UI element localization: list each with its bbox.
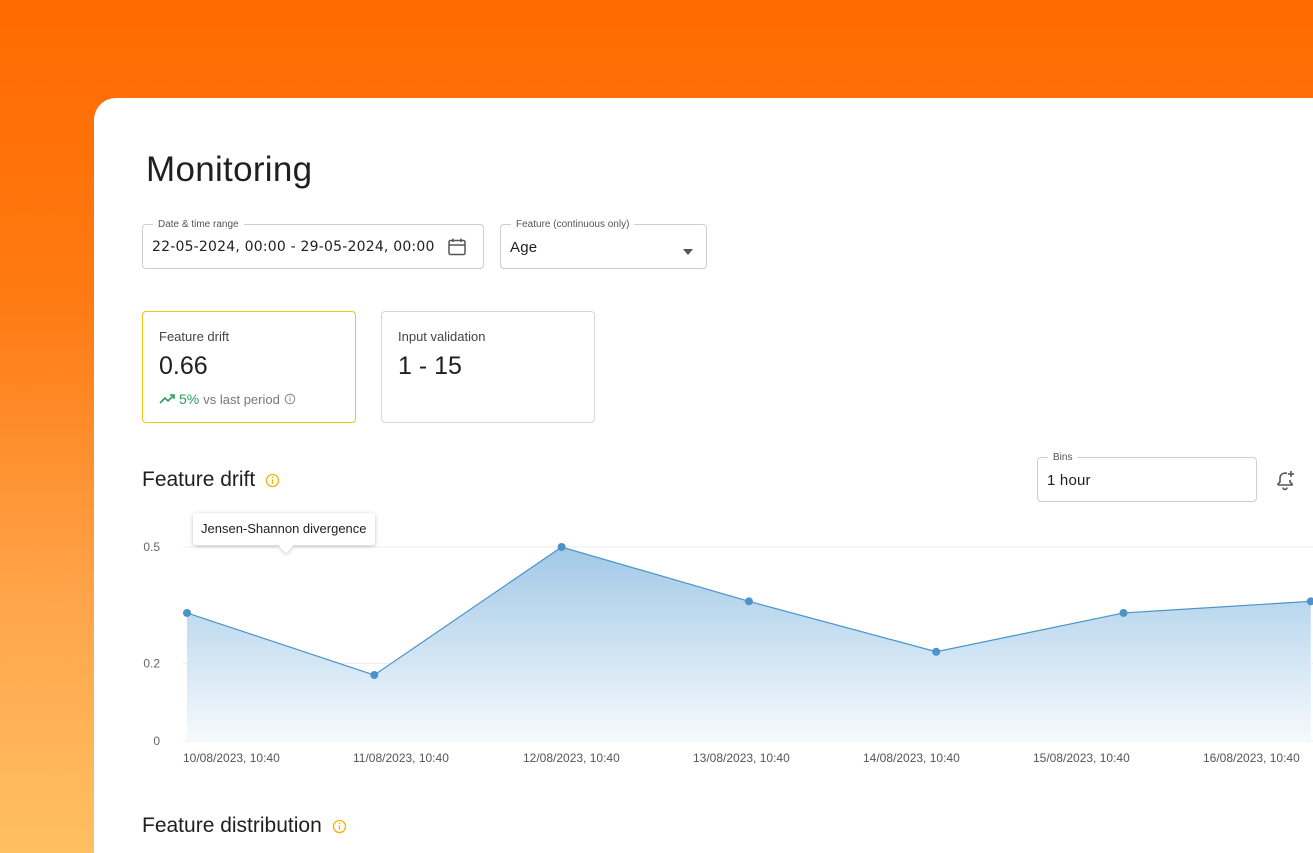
- x-tick-label: 15/08/2023, 10:40: [1033, 751, 1130, 765]
- main-panel: Monitoring Date & time range 22-05-2024,…: [94, 98, 1313, 853]
- chart-tooltip: Jensen-Shannon divergence: [193, 513, 375, 545]
- x-tick-label: 14/08/2023, 10:40: [863, 751, 960, 765]
- feature-distribution-title-text: Feature distribution: [142, 814, 322, 837]
- data-point[interactable]: [1119, 608, 1128, 617]
- data-point[interactable]: [370, 671, 379, 680]
- x-tick-label: 10/08/2023, 10:40: [183, 751, 280, 765]
- drift-area: [187, 547, 1311, 741]
- y-tick-label: 0.2: [143, 656, 160, 670]
- data-point[interactable]: [744, 597, 753, 606]
- y-tick-label: 0.5: [143, 540, 160, 554]
- feature-drift-chart: 0 0.2 0.5 10/08/2023, 10:40 11/08/2023, 10:…: [143, 540, 1313, 765]
- data-point[interactable]: [932, 647, 941, 656]
- y-tick-label: 0: [153, 734, 160, 748]
- feature-distribution-section-title: Feature distribution: [142, 814, 347, 838]
- x-tick-label: 13/08/2023, 10:40: [693, 751, 790, 765]
- x-tick-label: 11/08/2023, 10:40: [353, 751, 449, 765]
- x-tick-label: 12/08/2023, 10:40: [523, 751, 620, 765]
- x-tick-label: 16/08/2023, 10:40: [1203, 751, 1300, 765]
- data-point[interactable]: [557, 543, 566, 551]
- info-icon[interactable]: [332, 819, 347, 834]
- data-point[interactable]: [183, 608, 191, 617]
